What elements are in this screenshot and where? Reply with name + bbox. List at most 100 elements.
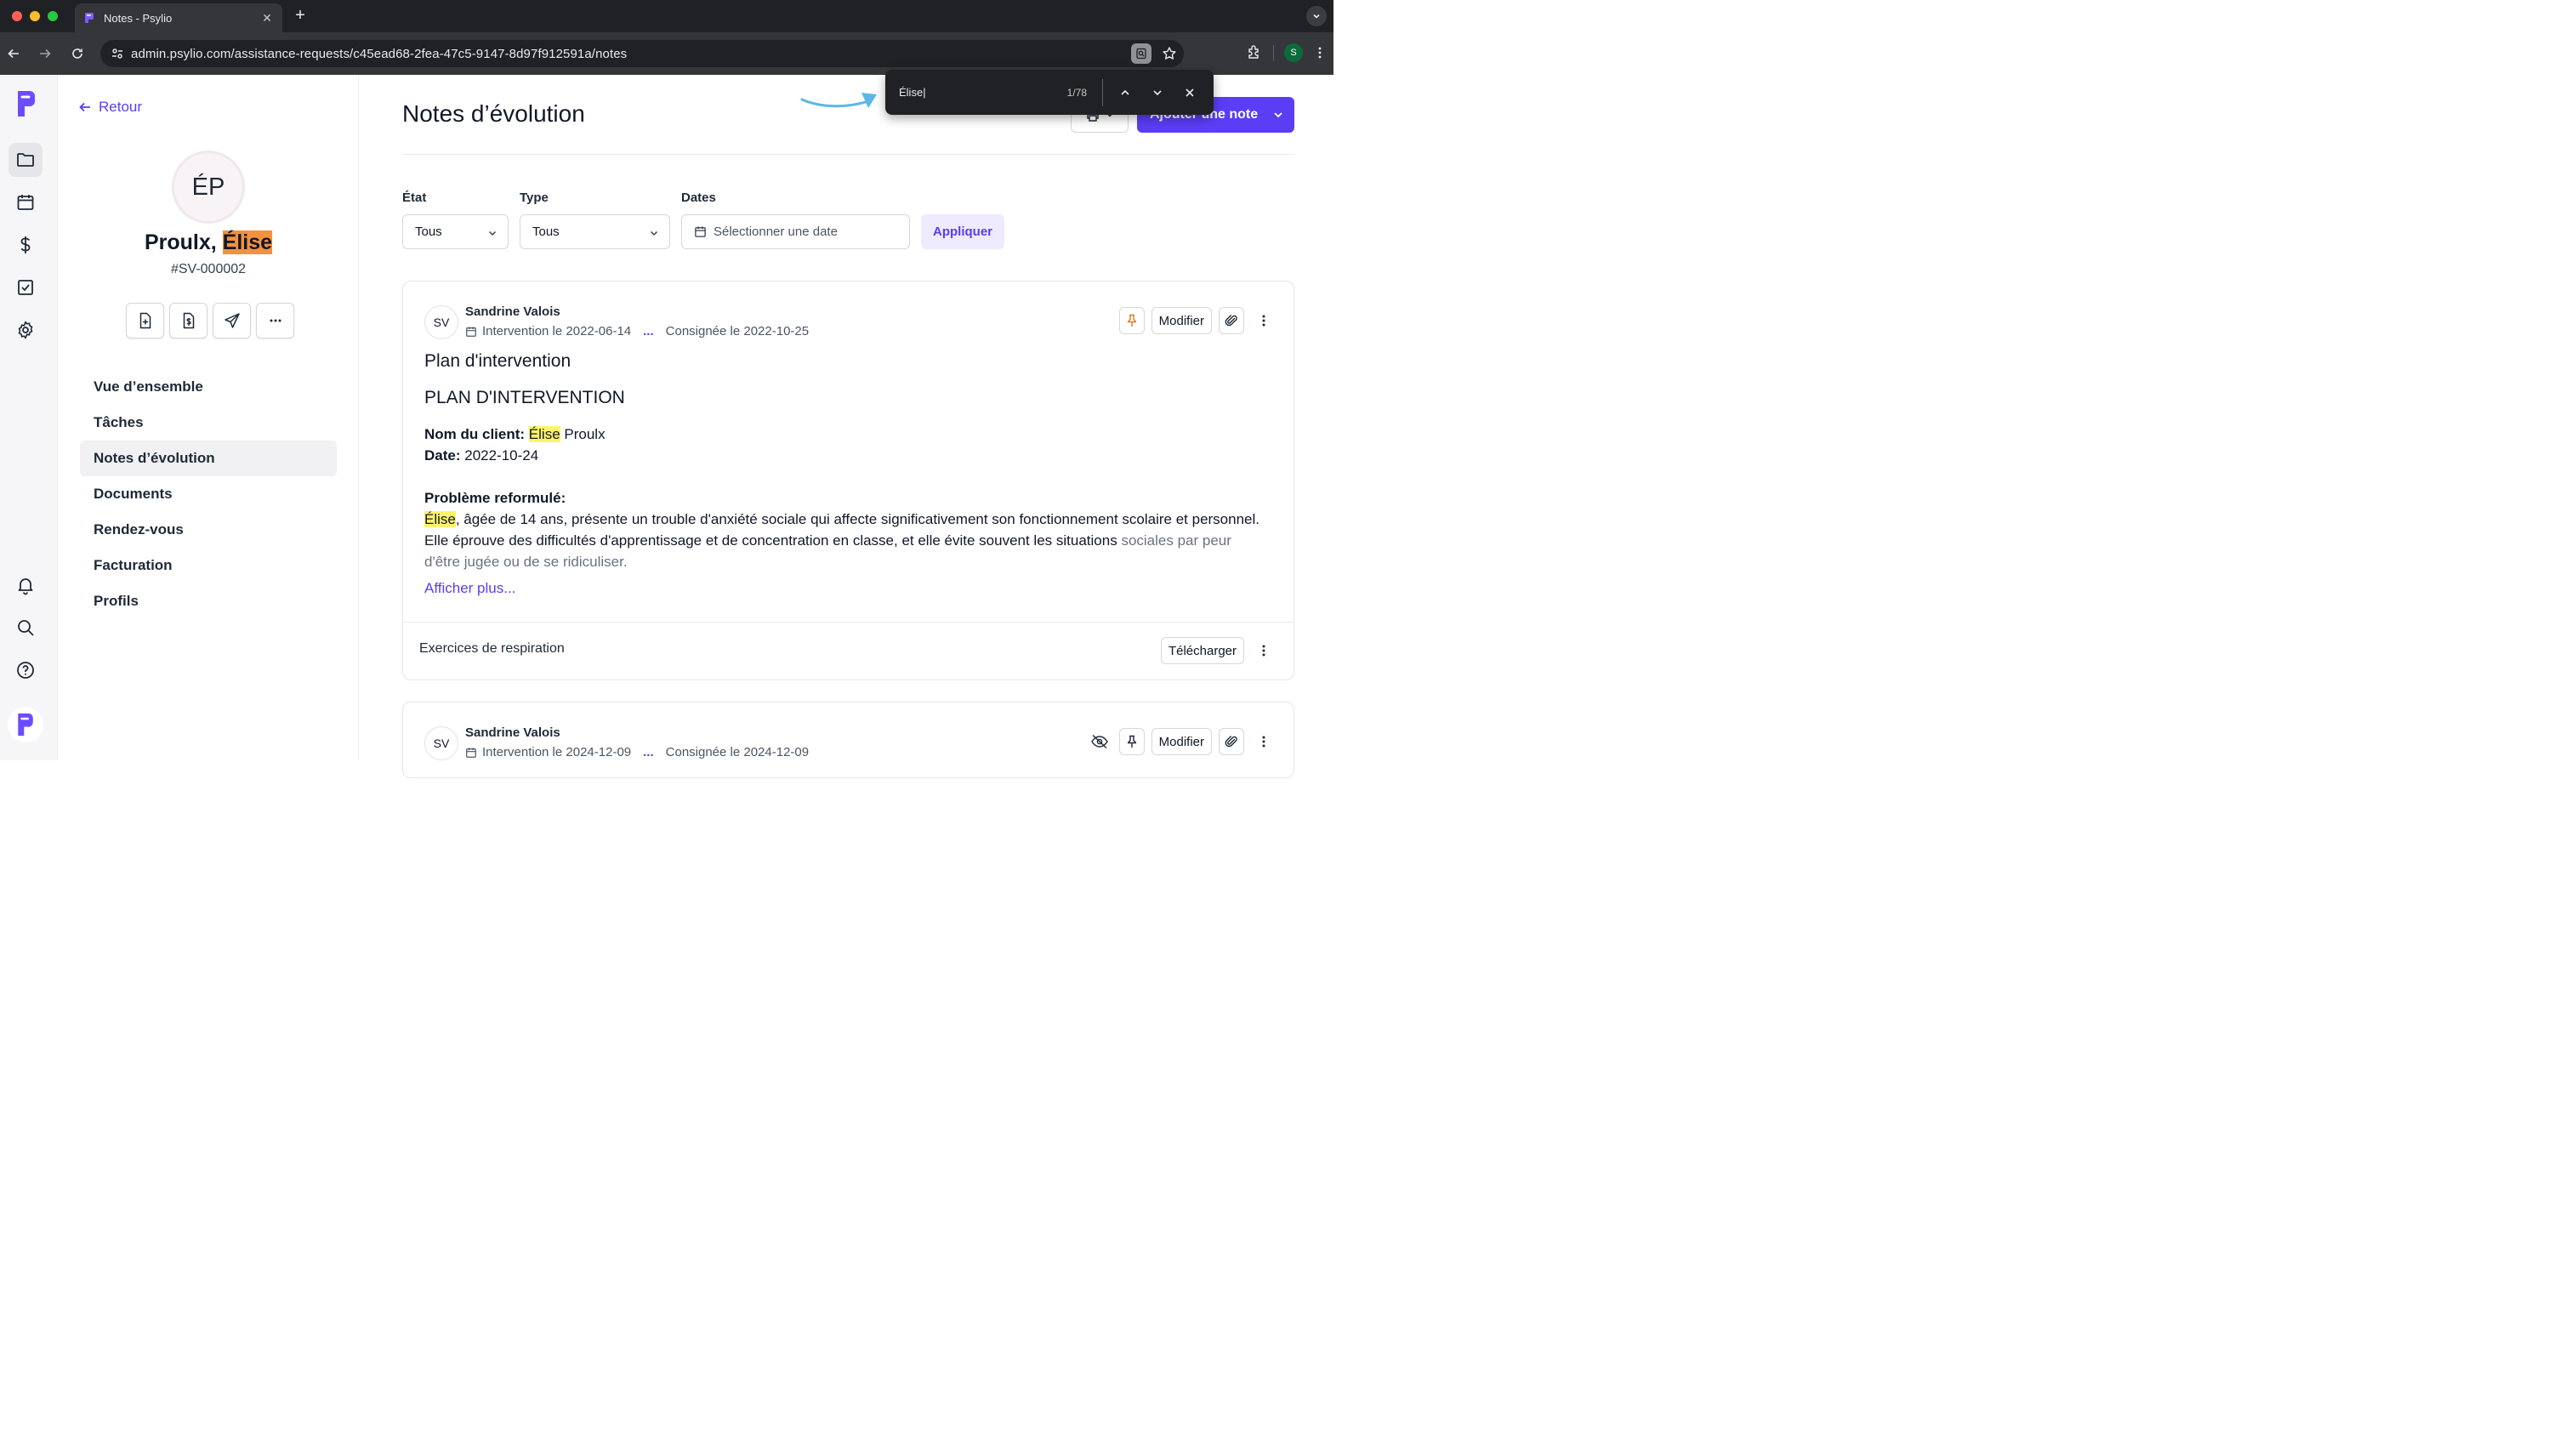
client-panel: Retour ÉP Proulx, Élise #SV-000002 Vue d… <box>58 75 359 760</box>
show-more-link[interactable]: Afficher plus... <box>424 580 515 597</box>
reload-button[interactable] <box>69 45 86 62</box>
author-avatar: SV <box>424 726 458 760</box>
tab-title: Notes - Psylio <box>104 11 173 25</box>
client-nav: Vue d’ensemble Tâches Notes d’évolution … <box>80 369 337 619</box>
recorded-date: Consignée le 2022-10-25 <box>665 324 810 338</box>
rail-notifications-button[interactable] <box>9 568 43 602</box>
paperclip-icon <box>1225 736 1237 748</box>
note-menu-button[interactable] <box>1251 307 1276 334</box>
more-vertical-icon <box>1262 736 1265 748</box>
new-tab-button[interactable]: + <box>291 7 310 26</box>
find-in-page-icon[interactable] <box>1131 43 1151 64</box>
author-name: Sandrine Valois <box>465 304 560 319</box>
close-window-button[interactable] <box>12 11 22 21</box>
nav-item-tasks[interactable]: Tâches <box>80 405 337 441</box>
find-next-button[interactable] <box>1147 82 1168 103</box>
site-settings-icon[interactable] <box>111 47 124 60</box>
rail-calendar-button[interactable] <box>9 185 43 219</box>
add-invoice-button[interactable] <box>169 303 208 338</box>
note-meta: Intervention le 2022-06-14 ... Consignée… <box>465 324 809 338</box>
back-link[interactable]: Retour <box>78 99 142 116</box>
rail-help-button[interactable] <box>9 653 43 687</box>
psylio-logo-icon[interactable] <box>17 90 36 117</box>
add-document-button[interactable] <box>126 303 164 338</box>
main-content: Notes d’évolution Ajouter une note État … <box>360 75 1333 778</box>
browser-tab[interactable]: Notes - Psylio ✕ <box>75 3 282 32</box>
download-button[interactable]: Télécharger <box>1160 637 1244 664</box>
more-actions-button[interactable] <box>256 303 294 338</box>
more-vertical-icon <box>1262 645 1265 657</box>
apply-filters-button[interactable]: Appliquer <box>921 214 1004 249</box>
help-icon <box>17 662 34 679</box>
find-input[interactable]: Élise| <box>899 86 1067 99</box>
date-label: Date: <box>424 447 461 464</box>
note-actions: Modifier <box>1118 307 1276 334</box>
address-bar[interactable]: admin.psylio.com/assistance-requests/c45… <box>100 40 1184 67</box>
nav-item-appointments[interactable]: Rendez-vous <box>80 512 337 548</box>
browser-menu-icon[interactable] <box>1313 46 1327 60</box>
attachment-menu-button[interactable] <box>1251 637 1276 664</box>
eye-off-icon <box>1090 734 1108 749</box>
type-select-value: Tous <box>532 225 560 239</box>
chevron-down-icon <box>1313 14 1320 19</box>
find-close-button[interactable] <box>1180 82 1200 103</box>
client-name: Proulx, Élise <box>58 230 359 255</box>
checkbox-icon <box>18 280 33 295</box>
nav-item-documents[interactable]: Documents <box>80 476 337 512</box>
nav-item-billing[interactable]: Facturation <box>80 548 337 583</box>
state-select[interactable]: Tous <box>402 214 509 249</box>
attach-button[interactable] <box>1219 728 1244 755</box>
meta-ellipsis[interactable]: ... <box>643 324 654 338</box>
type-select[interactable]: Tous <box>520 214 670 249</box>
calendar-icon <box>695 226 706 237</box>
tab-search-button[interactable] <box>1306 6 1327 26</box>
nav-item-profiles[interactable]: Profils <box>80 583 337 619</box>
note-menu-button[interactable] <box>1251 728 1276 755</box>
note-title: Plan d'intervention <box>424 351 571 371</box>
calendar-icon <box>466 747 476 758</box>
state-filter-label: État <box>402 191 427 205</box>
rail-search-button[interactable] <box>9 611 43 645</box>
psylio-account-icon <box>18 713 33 737</box>
chevron-down-icon[interactable] <box>1272 109 1284 121</box>
intervention-date: Intervention le 2024-12-09 <box>482 745 632 759</box>
send-message-button[interactable] <box>213 303 251 338</box>
rail-folder-button[interactable] <box>9 143 43 177</box>
tab-close-icon[interactable]: ✕ <box>260 11 274 26</box>
card-divider <box>403 622 1294 623</box>
meta-ellipsis[interactable]: ... <box>643 745 654 759</box>
rail-account-button[interactable] <box>8 707 43 742</box>
client-name-line: Nom du client: Élise Proulx <box>424 424 1266 445</box>
date-picker-input[interactable]: Sélectionner une date <box>681 214 910 249</box>
rail-settings-button[interactable] <box>9 313 43 347</box>
forward-button[interactable] <box>37 45 54 62</box>
extensions-icon[interactable] <box>1246 44 1263 61</box>
bookmark-star-icon[interactable] <box>1162 46 1177 61</box>
maximize-window-button[interactable] <box>48 11 58 21</box>
arrow-left-icon <box>8 48 19 59</box>
note-card: SV Sandrine Valois Intervention le 2022-… <box>402 281 1294 680</box>
problem-text: Élise, âgée de 14 ans, présente un troub… <box>424 509 1266 572</box>
edit-note-button[interactable]: Modifier <box>1151 728 1212 755</box>
chevron-down-icon <box>650 230 658 236</box>
visibility-toggle-button[interactable] <box>1087 728 1112 755</box>
nav-item-overview[interactable]: Vue d’ensemble <box>80 369 337 405</box>
nav-item-progress-notes[interactable]: Notes d’évolution <box>80 441 337 476</box>
note-meta: Intervention le 2024-12-09 ... Consignée… <box>465 745 809 759</box>
pin-button[interactable] <box>1118 728 1145 755</box>
client-id: #SV-000002 <box>170 262 247 276</box>
find-previous-button[interactable] <box>1115 82 1135 103</box>
profile-avatar[interactable]: S <box>1284 43 1303 62</box>
client-first-highlight: Élise <box>528 426 560 442</box>
calendar-icon <box>17 195 34 210</box>
more-horizontal-icon <box>270 319 281 322</box>
minimize-window-button[interactable] <box>30 11 40 21</box>
bell-icon <box>18 578 33 595</box>
back-button[interactable] <box>5 45 22 62</box>
app-rail <box>0 75 58 760</box>
rail-billing-button[interactable] <box>9 228 43 262</box>
rail-tasks-button[interactable] <box>9 270 43 304</box>
pin-button[interactable] <box>1118 307 1145 334</box>
attach-button[interactable] <box>1219 307 1244 334</box>
edit-note-button[interactable]: Modifier <box>1151 307 1212 334</box>
